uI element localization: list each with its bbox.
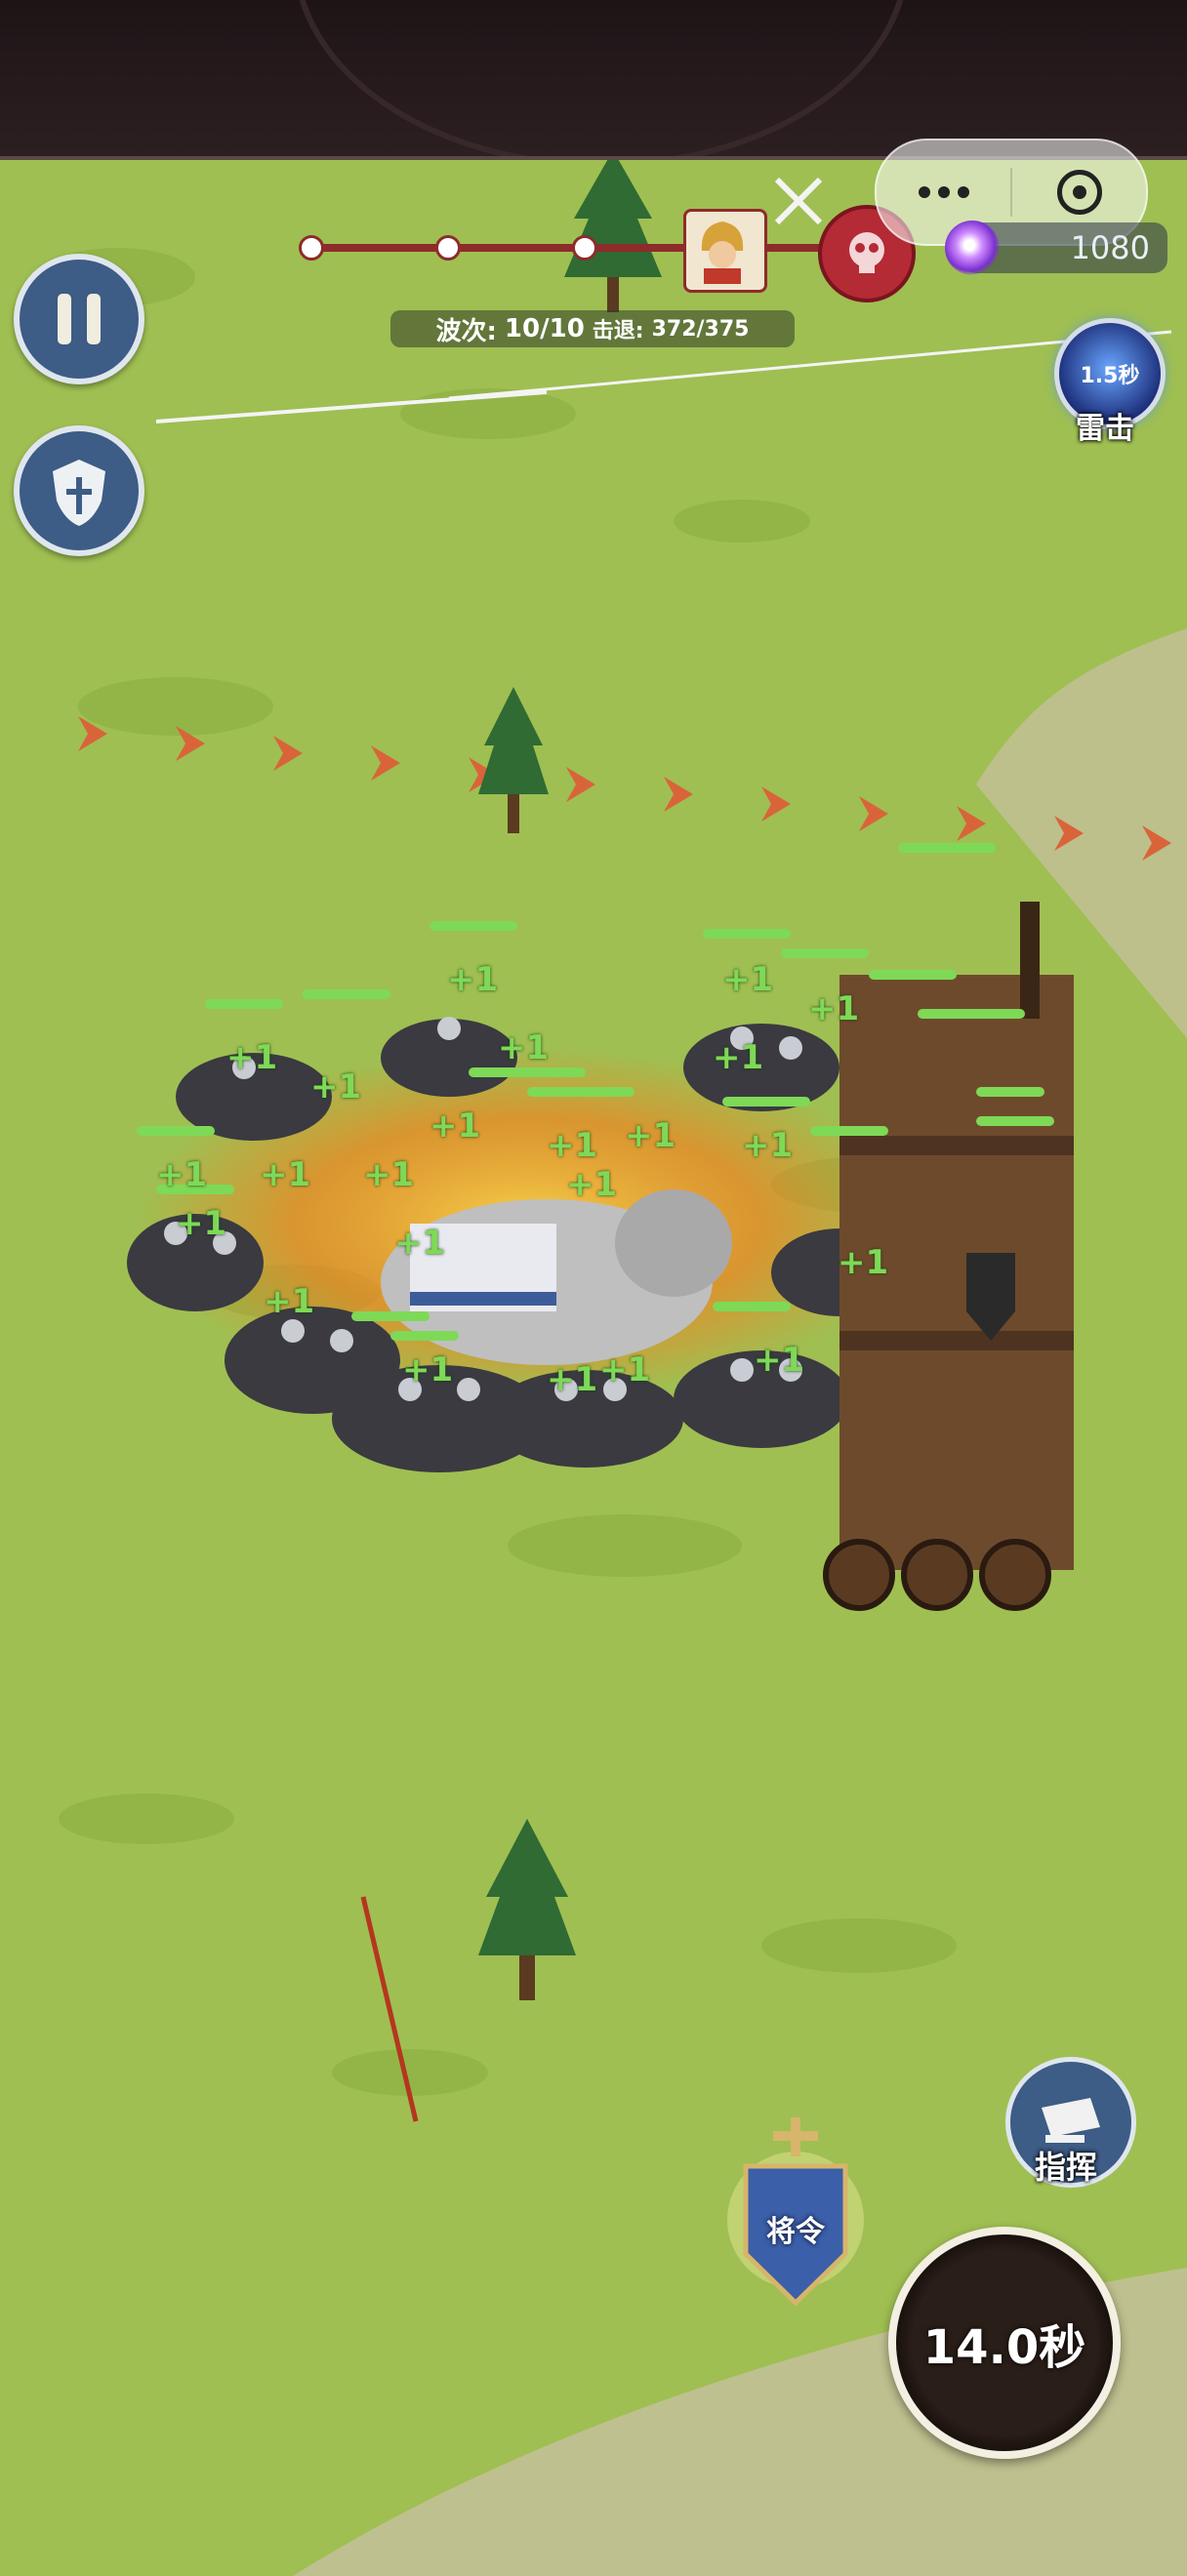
wave-info: 波次: 10/10 击退: 372/375 (390, 310, 795, 347)
float-plus-one: +1 (430, 1107, 481, 1146)
float-plus-one: +1 (226, 1038, 278, 1077)
float-plus-one: +1 (498, 1028, 550, 1067)
float-plus-one: +1 (176, 1204, 227, 1243)
float-plus-one: +1 (402, 1350, 454, 1389)
skill-label: 雷击 (1076, 412, 1134, 446)
float-plus-one: +1 (310, 1067, 362, 1107)
crossed-swords-icon (769, 172, 828, 234)
wave-label: 波次: (435, 316, 497, 346)
purple-gem-icon (945, 221, 1000, 275)
top-bar (0, 0, 1187, 160)
float-plus-one: +1 (754, 1341, 805, 1380)
top-ornament (293, 0, 910, 156)
float-plus-one: +1 (566, 1165, 618, 1204)
battle-timer[interactable]: 14.0秒 (888, 2227, 1121, 2459)
hero-portrait (683, 209, 767, 293)
wave-node (299, 235, 324, 261)
float-plus-one: +1 (742, 1126, 794, 1165)
floating-numbers: +1 +1 +1 +1 +1 +1 +1 +1 +1 +1 +1 +1 +1 +… (0, 160, 1187, 2576)
float-plus-one: +1 (599, 1350, 651, 1389)
wave-value: 10/10 (504, 314, 585, 343)
wave-node (435, 235, 461, 261)
float-plus-one: +1 (547, 1126, 598, 1165)
float-plus-one: +1 (260, 1155, 311, 1194)
guild-button[interactable] (14, 425, 144, 556)
float-plus-one: +1 (625, 1116, 676, 1155)
wave-node (572, 235, 597, 261)
skill-cooldown: 1.5秒 (1080, 364, 1140, 388)
float-plus-one: +1 (363, 1155, 415, 1194)
float-plus-one: +1 (722, 960, 774, 999)
warrior-avatar-icon (701, 221, 744, 284)
shield-sword-icon (53, 460, 105, 526)
float-plus-one: +1 (264, 1282, 315, 1321)
target-icon (1056, 170, 1102, 215)
float-plus-one: +1 (394, 1224, 446, 1263)
pause-icon (58, 294, 101, 344)
kills-label: 击退: (592, 319, 644, 343)
gem-count: 1080 (1070, 229, 1150, 266)
more-dots-icon (915, 183, 973, 202)
float-plus-one: +1 (838, 1243, 889, 1282)
float-plus-one: +1 (447, 960, 499, 999)
battlefield[interactable]: +1 +1 +1 +1 +1 +1 +1 +1 +1 +1 +1 +1 +1 +… (0, 160, 1187, 2576)
kills-value: 372/375 (651, 316, 750, 342)
pause-button[interactable] (14, 254, 144, 384)
order-banner-label: 将令 (766, 2215, 825, 2249)
float-plus-one: +1 (547, 1360, 598, 1399)
float-plus-one: +1 (156, 1155, 208, 1194)
float-plus-one: +1 (713, 1038, 764, 1077)
float-plus-one: +1 (808, 989, 860, 1028)
command-label: 指挥 (1034, 2149, 1097, 2186)
timer-text: 14.0秒 (922, 2320, 1086, 2375)
